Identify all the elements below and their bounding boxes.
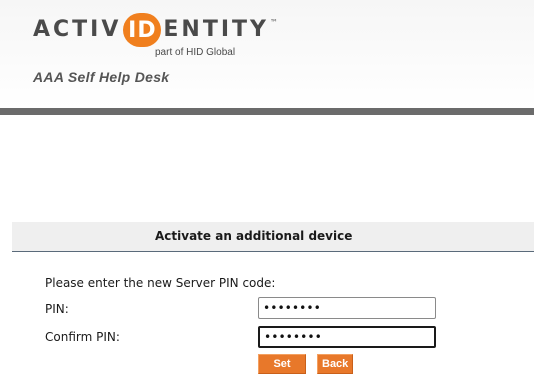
set-pin-button[interactable]: Set PIN	[258, 354, 306, 388]
confirm-pin-input[interactable]	[258, 326, 436, 348]
pin-input[interactable]	[258, 297, 436, 319]
logo-trademark: ™	[269, 18, 278, 27]
confirm-pin-label: Confirm PIN:	[45, 330, 120, 344]
section-title: Activate an additional device	[155, 229, 353, 243]
page-header: ACTIV ID ENTITY ™ part of HID Global AAA…	[0, 0, 534, 108]
logo-tagline: part of HID Global	[155, 47, 236, 58]
actividentity-logo: ACTIV ID ENTITY ™	[33, 12, 278, 48]
pin-label: PIN:	[45, 302, 69, 316]
section-header: Activate an additional device	[12, 222, 534, 252]
app-title: AAA Self Help Desk	[33, 69, 170, 85]
header-divider-bar	[0, 108, 534, 115]
logo-badge: ID	[123, 13, 162, 47]
pin-instruction: Please enter the new Server PIN code:	[45, 276, 276, 290]
logo-prefix: ACTIV	[33, 17, 122, 42]
back-button[interactable]: Back	[317, 354, 353, 374]
logo-suffix: ENTITY	[163, 17, 269, 42]
